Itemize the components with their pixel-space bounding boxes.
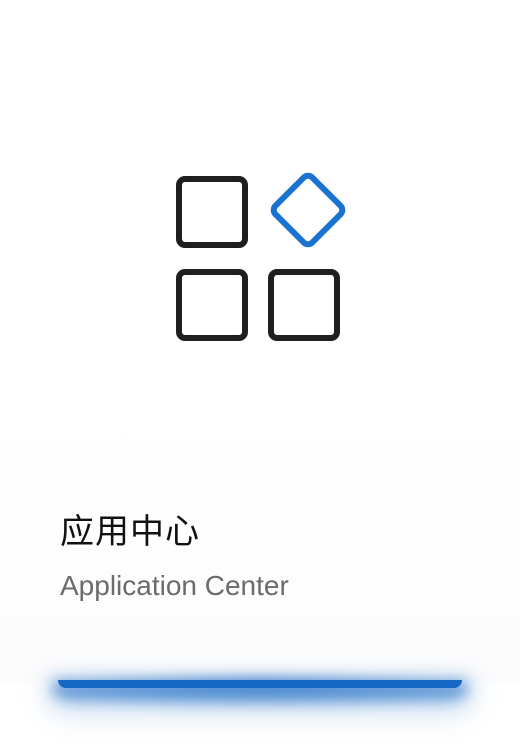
app-grid-icon-graphic <box>176 172 346 341</box>
app-grid-icon <box>174 172 346 344</box>
grid-square-bottom-right <box>268 269 340 341</box>
tile-title: 应用中心 <box>60 512 200 552</box>
grid-square-bottom-left <box>176 269 248 341</box>
app-center-tile-stage: 应用中心 Application Center <box>0 0 520 756</box>
grid-square-top-left <box>176 176 248 248</box>
accent-bar <box>58 680 462 688</box>
grid-diamond-top-right <box>270 172 346 248</box>
tile-subtitle: Application Center <box>60 570 289 601</box>
app-center-tile[interactable]: 应用中心 Application Center <box>0 0 520 682</box>
